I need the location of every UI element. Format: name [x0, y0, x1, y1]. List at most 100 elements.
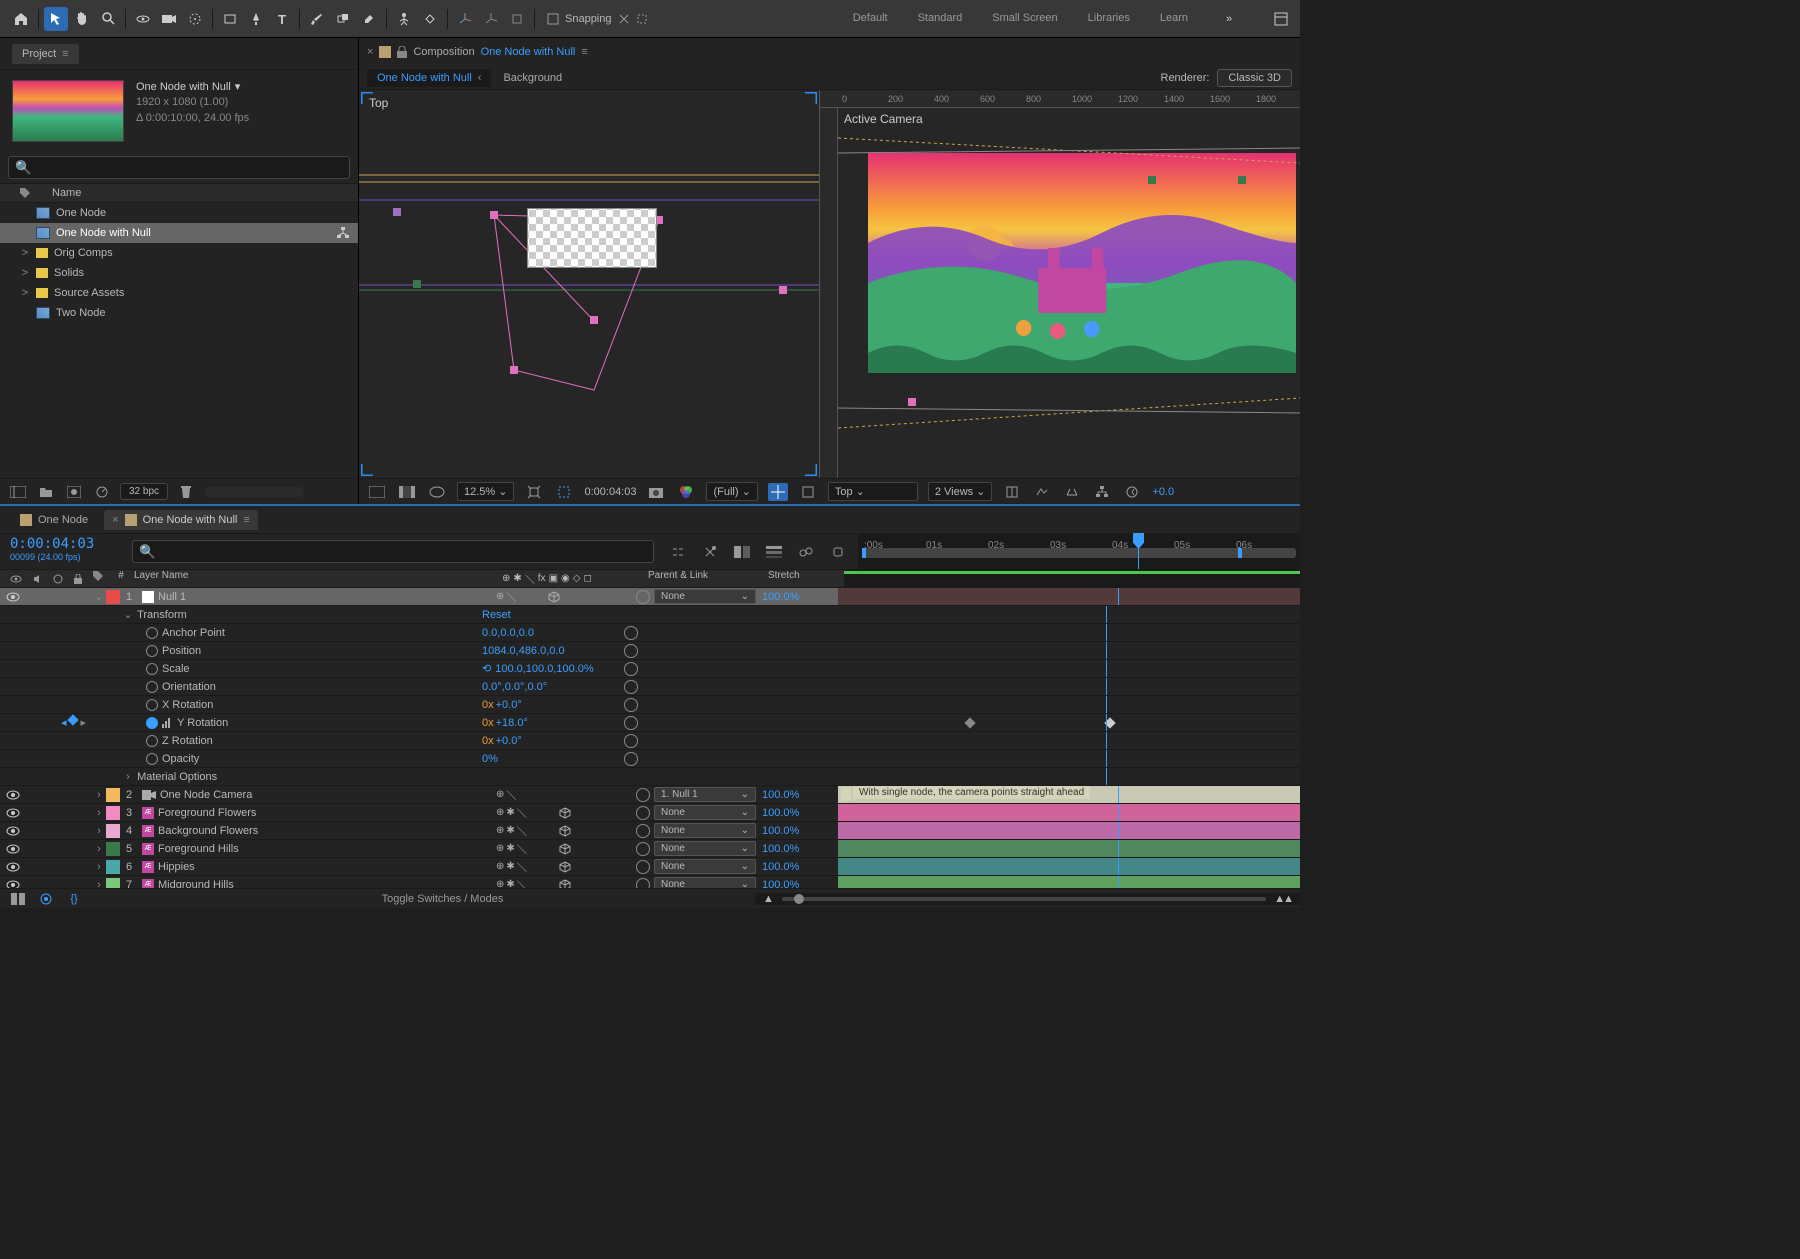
pickwhip-icon[interactable] — [636, 824, 650, 838]
label-color[interactable] — [106, 824, 120, 838]
frame-blend-icon[interactable] — [732, 543, 752, 561]
expression-pickwhip-icon[interactable] — [624, 698, 638, 712]
stopwatch-icon[interactable] — [146, 645, 158, 657]
expand-layer-icon[interactable]: ⌄ — [93, 590, 105, 603]
timeline-search-input[interactable] — [132, 540, 654, 563]
view-opt2-icon[interactable] — [1032, 483, 1052, 501]
label-color[interactable] — [106, 788, 120, 802]
project-search-input[interactable] — [8, 156, 350, 179]
expand-icon[interactable]: > — [20, 267, 30, 279]
timeline-tab-one-node[interactable]: One Node — [12, 510, 96, 530]
layer-row[interactable]: ⌄ 1 Null 1 ⊕＼ None⌄ 100.0% — [0, 588, 1300, 606]
roi-icon[interactable] — [554, 483, 574, 501]
toggle-mask-icon[interactable] — [427, 483, 447, 501]
snap-opt2-icon[interactable] — [636, 13, 648, 25]
expand-icon[interactable] — [20, 307, 30, 319]
label-color[interactable] — [106, 590, 120, 604]
property-value[interactable]: 0x+18.0° — [482, 717, 624, 729]
prev-key-icon[interactable]: ◂ — [61, 716, 67, 729]
layer-switches[interactable]: ⊕＼ — [496, 787, 636, 802]
layer-row[interactable]: › 4 ÆBackground Flowers ⊕✱＼ None⌄ 100.0% — [0, 822, 1300, 840]
audio-column-icon[interactable] — [33, 574, 43, 584]
zoom-tool[interactable] — [96, 7, 120, 31]
color-depth-toggle[interactable]: 32 bpc — [120, 483, 168, 500]
expression-pickwhip-icon[interactable] — [624, 734, 638, 748]
eye-icon[interactable] — [6, 808, 20, 818]
snapping-toggle[interactable]: Snapping — [547, 13, 648, 25]
stopwatch-icon[interactable] — [146, 699, 158, 711]
pickwhip-icon[interactable] — [636, 860, 650, 874]
pickwhip-icon[interactable] — [636, 842, 650, 856]
keyframe[interactable] — [964, 717, 975, 728]
property-value[interactable]: 1084.0,486.0,0.0 — [482, 645, 624, 657]
pickwhip-icon[interactable] — [636, 806, 650, 820]
timecode-display[interactable]: 0:00:04:03 — [10, 536, 118, 552]
reset-exposure-icon[interactable] — [1122, 483, 1142, 501]
property-track[interactable] — [826, 696, 1300, 713]
expand-transform-icon[interactable]: ⌄ — [122, 608, 134, 621]
interpret-footage-icon[interactable] — [8, 483, 28, 501]
clone-tool[interactable] — [331, 7, 355, 31]
graph-icon[interactable] — [162, 718, 174, 728]
orbit-tool[interactable] — [131, 7, 155, 31]
pan-behind-tool[interactable] — [183, 7, 207, 31]
snapshot-icon[interactable] — [646, 483, 666, 501]
property-value[interactable]: 0x+0.0° — [482, 699, 624, 711]
marker-label[interactable]: With single node, the camera points stra… — [853, 786, 1090, 799]
solo-column-icon[interactable] — [53, 574, 63, 584]
reset-button[interactable]: Reset — [482, 609, 624, 621]
layer-row[interactable]: › 7 ÆMidground Hills ⊕✱＼ None⌄ 100.0% — [0, 876, 1300, 888]
workspace-small-screen[interactable]: Small Screen — [992, 12, 1057, 26]
stopwatch-icon[interactable] — [146, 681, 158, 693]
stopwatch-icon[interactable] — [146, 735, 158, 747]
layer-track[interactable] — [838, 588, 1300, 605]
guides-icon[interactable] — [798, 483, 818, 501]
property-value[interactable]: 0.0,0.0,0.0 — [482, 627, 624, 639]
playhead[interactable] — [1138, 534, 1139, 569]
flowchart-tab-background[interactable]: Background — [503, 72, 562, 84]
axis-world-icon[interactable] — [479, 7, 503, 31]
workspace-overflow-icon[interactable]: » — [1218, 8, 1240, 30]
expand-layer-icon[interactable]: › — [93, 861, 105, 873]
motion-blur-icon[interactable] — [764, 543, 784, 561]
eye-icon[interactable] — [6, 790, 20, 800]
toggle-switches-label[interactable]: Toggle Switches / Modes — [130, 893, 755, 905]
layer-switches[interactable]: ⊕✱＼ — [496, 859, 636, 874]
layer-track[interactable]: With single node, the camera points stra… — [838, 786, 1300, 803]
camera-tool[interactable] — [157, 7, 181, 31]
lock-icon[interactable] — [397, 46, 407, 58]
pickwhip-icon[interactable] — [636, 878, 650, 889]
project-item[interactable]: >Source Assets — [0, 283, 358, 303]
viewport-top[interactable]: Top — [359, 90, 820, 478]
puppet-tool[interactable] — [392, 7, 416, 31]
layer-switches[interactable]: ⊕✱＼ — [496, 805, 636, 820]
expand-layer-icon[interactable]: › — [93, 879, 105, 889]
next-key-icon[interactable]: ▸ — [80, 716, 86, 729]
stretch-value[interactable]: 100.0% — [756, 843, 838, 855]
layer-switches[interactable]: ⊕✱＼ — [496, 877, 636, 888]
panel-menu-icon[interactable]: ≡ — [62, 48, 68, 60]
expand-layer-icon[interactable]: › — [93, 843, 105, 855]
new-folder-icon[interactable] — [36, 483, 56, 501]
timeline-tab-active[interactable]: × One Node with Null ≡ — [104, 510, 258, 530]
layer-track[interactable] — [838, 876, 1300, 888]
stretch-value[interactable]: 100.0% — [756, 825, 838, 837]
layer-row[interactable]: › 2 One Node Camera ⊕＼ 1. Null 1⌄ 100.0%… — [0, 786, 1300, 804]
adjust-icon[interactable] — [92, 483, 112, 501]
trash-icon[interactable] — [176, 483, 196, 501]
expression-pickwhip-icon[interactable] — [624, 644, 638, 658]
property-track[interactable] — [826, 660, 1300, 677]
layer-track[interactable] — [838, 804, 1300, 821]
brush-tool[interactable] — [305, 7, 329, 31]
shy-toggle-icon[interactable] — [700, 543, 720, 561]
resolution-select[interactable]: (Full) ⌄ — [706, 482, 757, 501]
grid-toggle-icon[interactable] — [768, 483, 788, 501]
label-color[interactable] — [106, 806, 120, 820]
pen-tool[interactable] — [244, 7, 268, 31]
hand-tool[interactable] — [70, 7, 94, 31]
toggle-switches-icon[interactable] — [8, 890, 28, 908]
layer-track[interactable] — [838, 840, 1300, 857]
layer-row[interactable]: › 3 ÆForeground Flowers ⊕✱＼ None⌄ 100.0% — [0, 804, 1300, 822]
pickwhip-icon[interactable] — [636, 788, 650, 802]
marker-icon[interactable] — [841, 787, 851, 801]
